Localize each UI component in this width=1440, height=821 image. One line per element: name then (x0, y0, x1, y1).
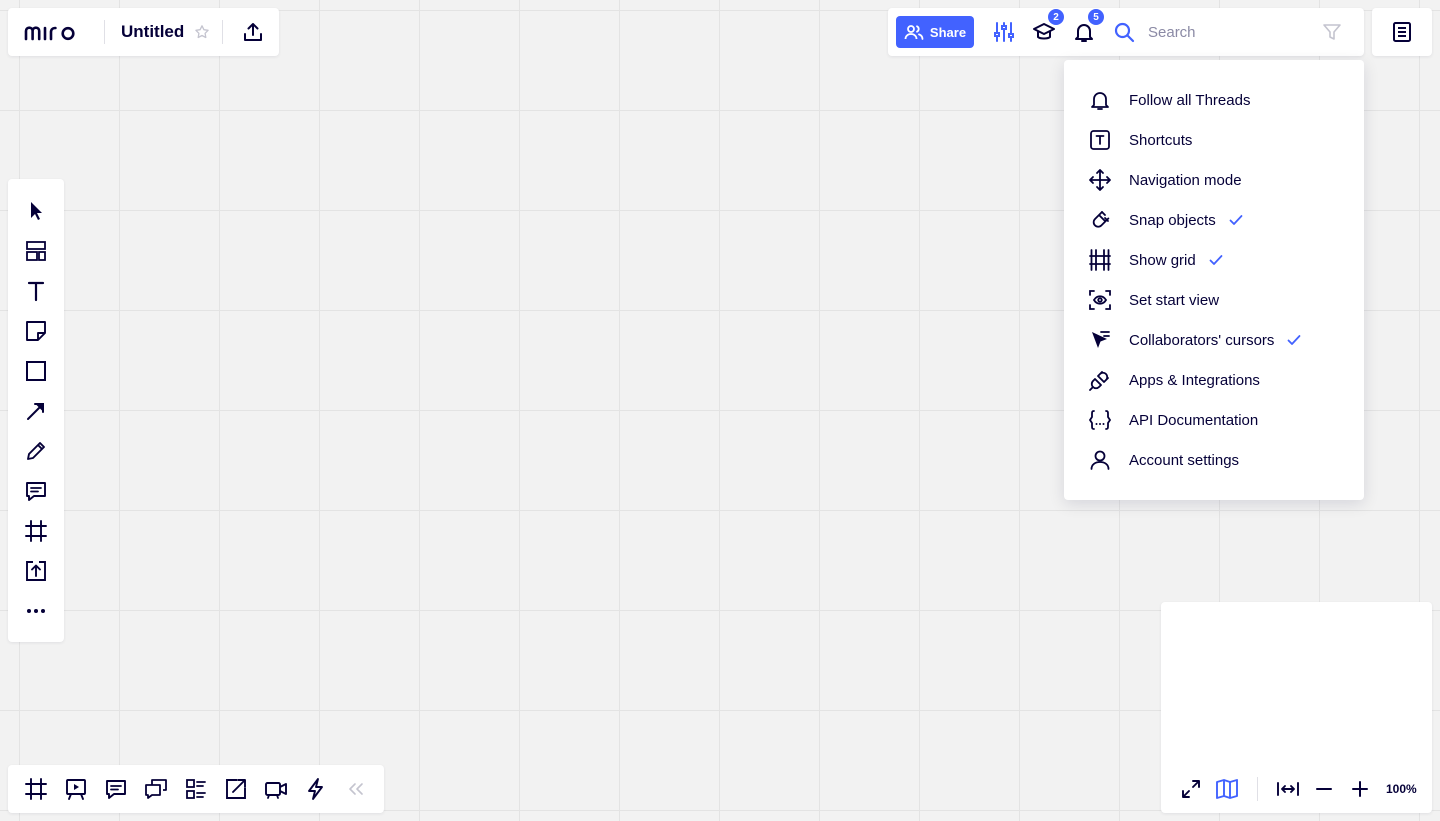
menu-item-account-settings[interactable]: Account settings (1064, 440, 1364, 480)
move-arrows-icon (1088, 168, 1112, 192)
board-title[interactable]: Untitled (121, 22, 184, 42)
shape-tool[interactable] (8, 351, 64, 391)
presentation-icon[interactable] (64, 777, 88, 801)
menu-item-snap-objects[interactable]: Snap objects (1064, 200, 1364, 240)
upload-tool[interactable] (8, 551, 64, 591)
menu-item-set-start-view[interactable]: Set start view (1064, 280, 1364, 320)
frame-icon (24, 519, 48, 543)
connection-line-tool[interactable] (8, 391, 64, 431)
pen-icon (24, 439, 48, 463)
comments-icon[interactable] (104, 777, 128, 801)
share-button[interactable]: Share (896, 16, 974, 48)
menu-item-label: Show grid (1129, 251, 1196, 269)
menu-item-label: Snap objects (1129, 211, 1216, 229)
fit-to-screen-icon[interactable] (1276, 777, 1300, 801)
select-tool[interactable] (8, 191, 64, 231)
map-icon[interactable] (1215, 777, 1239, 801)
filter-icon[interactable] (1320, 20, 1344, 44)
divider (222, 20, 224, 44)
zoom-level[interactable]: 100% (1386, 782, 1417, 796)
video-call-icon[interactable] (264, 777, 288, 801)
zoom-out-icon[interactable] (1312, 777, 1336, 801)
sliders-icon[interactable] (992, 20, 1016, 44)
check-icon (1224, 208, 1248, 232)
menu-item-label: Account settings (1129, 451, 1240, 469)
share-screen-icon[interactable] (224, 777, 248, 801)
notifications-badge: 5 (1088, 9, 1104, 25)
divider (1257, 777, 1258, 801)
minimap-panel: 100% (1161, 602, 1432, 813)
menu-item-show-grid[interactable]: Show grid (1064, 240, 1364, 280)
magnet-icon (1088, 208, 1112, 232)
frames-icon[interactable] (24, 777, 48, 801)
comment-icon (24, 479, 48, 503)
divider (104, 20, 105, 44)
check-icon (1204, 248, 1228, 272)
menu-item-label: Set start view (1129, 291, 1220, 309)
menu-item-api-documentation[interactable]: API Documentation (1064, 400, 1364, 440)
menu-item-label: API Documentation (1129, 411, 1259, 429)
card-list-icon[interactable] (184, 777, 208, 801)
menu-item-label: Follow all Threads (1129, 91, 1251, 109)
menu-item-apps-integrations[interactable]: Apps & Integrations (1064, 360, 1364, 400)
pen-tool[interactable] (8, 431, 64, 471)
notes-panel (1372, 8, 1432, 56)
keyboard-t-icon (1088, 128, 1112, 152)
fullscreen-icon[interactable] (1179, 777, 1203, 801)
eye-frame-icon (1088, 288, 1112, 312)
notes-icon[interactable] (1390, 20, 1414, 44)
left-toolbar (8, 179, 64, 642)
square-icon (24, 359, 48, 383)
top-toolbar: Share 2 5 (888, 8, 1364, 56)
search-input[interactable] (1148, 23, 1318, 41)
more-dots-icon (24, 599, 48, 623)
more-tools[interactable] (8, 591, 64, 631)
board-header: Untitled (8, 8, 279, 56)
education-badge: 2 (1048, 9, 1064, 25)
menu-item-label: Apps & Integrations (1129, 371, 1260, 389)
zoom-controls: 100% (1161, 765, 1432, 813)
chat-icon[interactable] (144, 777, 168, 801)
collapse-chevrons-icon[interactable] (344, 777, 368, 801)
sticky-note-icon (24, 319, 48, 343)
user-icon (1088, 448, 1112, 472)
menu-item-navigation-mode[interactable]: Navigation mode (1064, 160, 1364, 200)
users-icon (904, 24, 924, 40)
cursor-icon (1088, 328, 1112, 352)
templates-tool[interactable] (8, 231, 64, 271)
export-icon[interactable] (241, 20, 265, 44)
braces-icon (1088, 408, 1112, 432)
plug-icon (1088, 368, 1112, 392)
frame-tool[interactable] (8, 511, 64, 551)
menu-item-label: Collaborators' cursors (1129, 331, 1275, 349)
templates-icon (24, 239, 48, 263)
menu-item-label: Shortcuts (1129, 131, 1193, 149)
lightning-icon[interactable] (304, 777, 328, 801)
comment-tool[interactable] (8, 471, 64, 511)
pointer-icon (24, 199, 48, 223)
arrow-line-icon (24, 399, 48, 423)
text-tool[interactable] (8, 271, 64, 311)
search-icon[interactable] (1112, 20, 1136, 44)
zoom-in-icon[interactable] (1348, 777, 1372, 801)
miro-logo[interactable] (24, 20, 88, 44)
menu-item-follow-threads[interactable]: Follow all Threads (1064, 80, 1364, 120)
menu-item-shortcuts[interactable]: Shortcuts (1064, 120, 1364, 160)
menu-item-label: Navigation mode (1129, 171, 1242, 189)
bell-icon (1088, 88, 1112, 112)
star-icon[interactable] (194, 24, 210, 40)
check-icon (1282, 328, 1306, 352)
menu-item-collaborators-cursors[interactable]: Collaborators' cursors (1064, 320, 1364, 360)
text-icon (24, 279, 48, 303)
settings-menu: Follow all Threads Shortcuts Navigation … (1064, 60, 1364, 500)
education-icon[interactable]: 2 (1032, 9, 1064, 44)
sticky-note-tool[interactable] (8, 311, 64, 351)
upload-icon (24, 559, 48, 583)
notifications-icon[interactable]: 5 (1072, 9, 1104, 44)
bottom-toolbar (8, 765, 384, 813)
share-label: Share (929, 24, 967, 40)
grid-icon (1088, 248, 1112, 272)
